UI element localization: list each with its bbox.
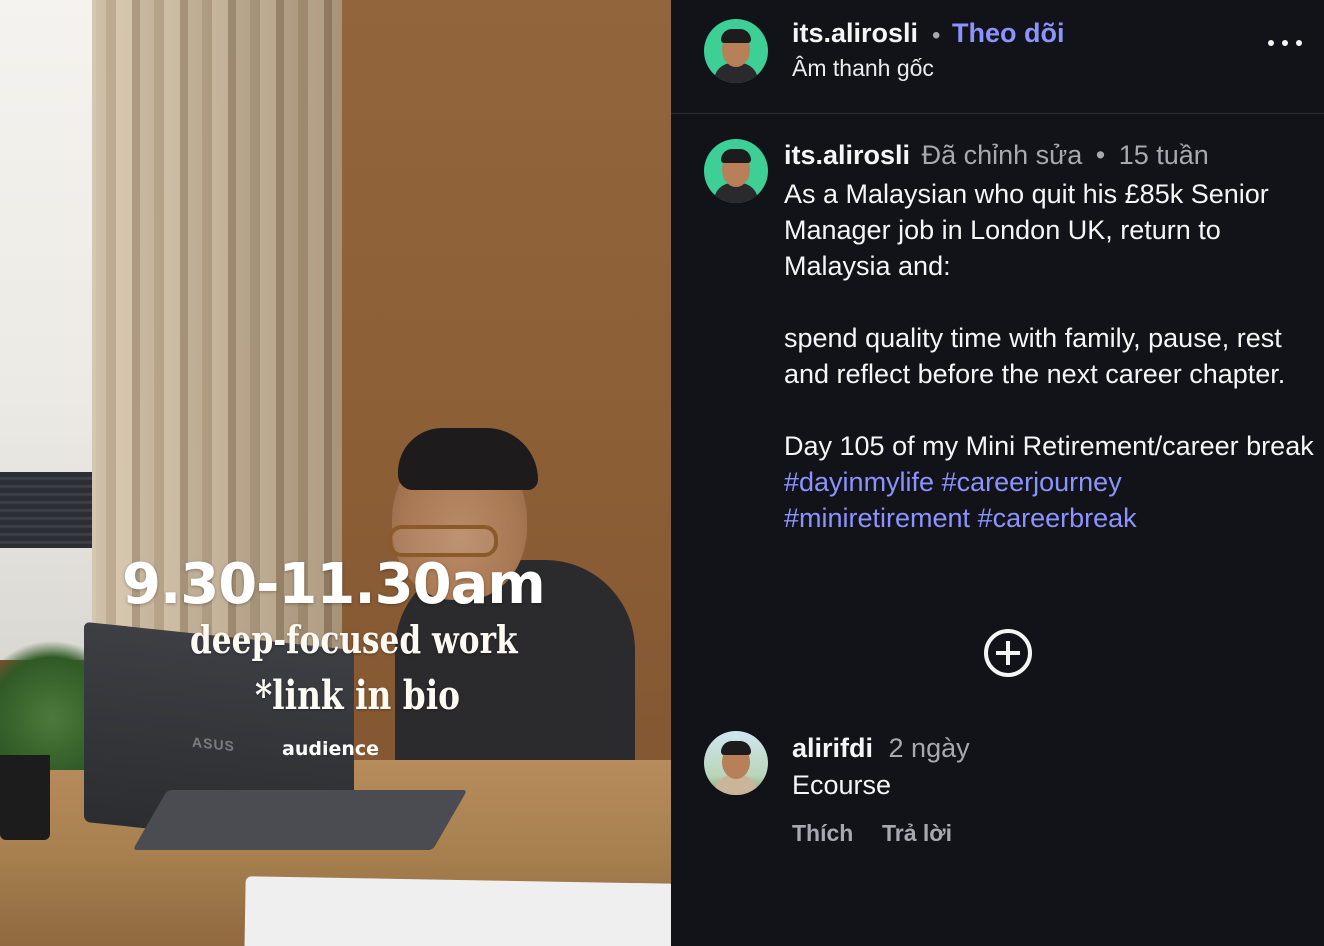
caption-author-avatar[interactable] bbox=[704, 139, 768, 203]
comment-text: Ecourse bbox=[792, 770, 892, 800]
video-overlay-caption-line2: *link in bio bbox=[255, 672, 461, 719]
caption-username-link[interactable]: its.alirosli bbox=[784, 140, 910, 170]
video-window bbox=[0, 0, 96, 660]
video-overlay-caption-line1: deep-focused work bbox=[190, 617, 518, 662]
follow-button[interactable]: Theo dõi bbox=[952, 18, 1064, 49]
post-header: its.alirosli • Theo dõi Âm thanh gốc bbox=[671, 0, 1324, 114]
caption-paragraph: Day 105 of my Mini Retirement/career bre… bbox=[784, 431, 1314, 533]
comment-timestamp: 2 ngày bbox=[888, 733, 970, 763]
reel-video[interactable]: ASUS 9.30-11.30am deep-focused work *lin… bbox=[0, 0, 671, 946]
author-avatar[interactable] bbox=[704, 19, 768, 83]
load-more-comments-icon[interactable] bbox=[984, 629, 1032, 677]
hashtag-link[interactable]: #careerbreak bbox=[978, 503, 1137, 533]
separator-dot: • bbox=[932, 22, 941, 49]
comment-reply-button[interactable]: Trả lời bbox=[882, 820, 952, 847]
post-sidebar: its.alirosli • Theo dõi Âm thanh gốc its… bbox=[671, 0, 1324, 946]
video-overlay-audience: audience bbox=[282, 738, 380, 760]
caption-edited-label: Đã chỉnh sửa bbox=[921, 140, 1083, 170]
hashtag-link[interactable]: #careerjourney bbox=[942, 467, 1122, 497]
commenter-username-link[interactable]: alirifdi bbox=[792, 733, 873, 763]
author-username-link[interactable]: its.alirosli bbox=[792, 18, 918, 49]
hashtag-link[interactable]: #dayinmylife bbox=[784, 467, 934, 497]
commenter-avatar[interactable] bbox=[704, 731, 768, 795]
hashtag-link[interactable]: #miniretirement bbox=[784, 503, 970, 533]
caption-text: As a Malaysian who quit his £85k Senior … bbox=[784, 176, 1314, 536]
caption-paragraph: As a Malaysian who quit his £85k Senior … bbox=[784, 179, 1269, 281]
comment-like-button[interactable]: Thích bbox=[792, 820, 853, 847]
original-audio-link[interactable]: Âm thanh gốc bbox=[792, 55, 934, 82]
video-overlay-time: 9.30-11.30am bbox=[122, 552, 546, 617]
caption-paragraph: spend quality time with family, pause, r… bbox=[784, 323, 1286, 389]
caption-header: its.alirosli Đã chỉnh sửa • 15 tuần bbox=[784, 140, 1209, 171]
video-notebook bbox=[244, 876, 671, 946]
caption-timestamp: 15 tuần bbox=[1118, 140, 1209, 170]
video-window-blind bbox=[0, 472, 92, 548]
separator-dot: • bbox=[1095, 140, 1106, 170]
comment-header: alirifdi 2 ngày bbox=[792, 733, 970, 764]
more-options-icon[interactable] bbox=[1268, 36, 1302, 50]
